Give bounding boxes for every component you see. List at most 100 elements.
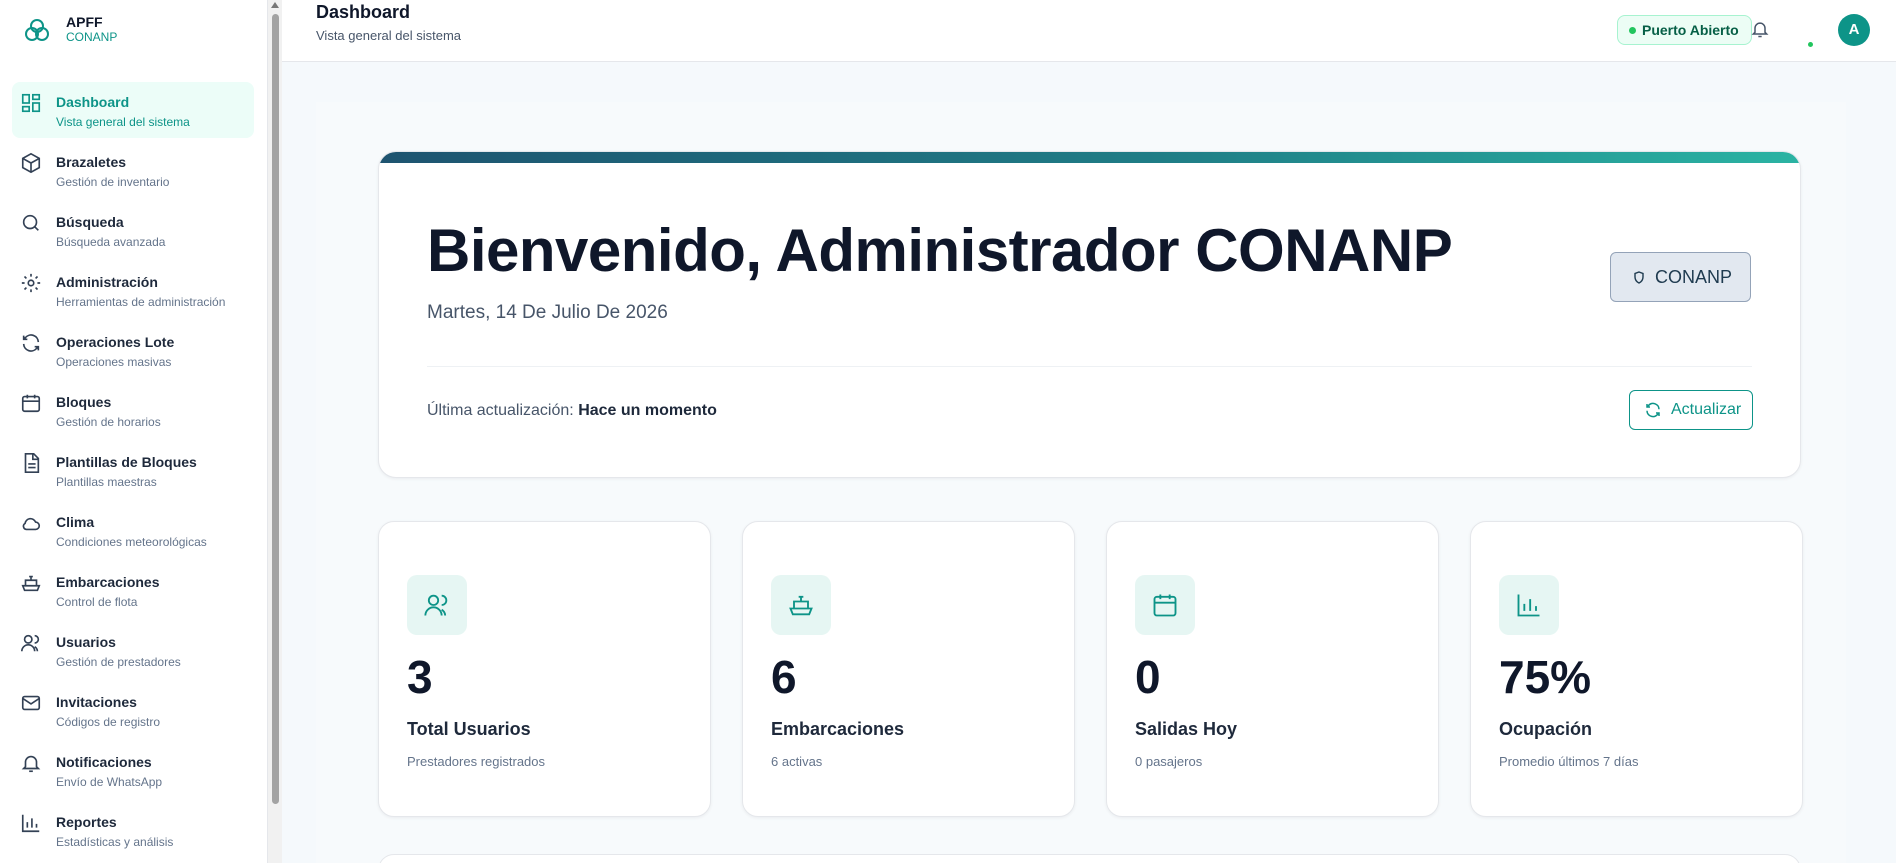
divider [427,366,1752,367]
sidebar-item-sub: Control de flota [56,595,138,609]
sidebar-item-plantillas[interactable]: Plantillas de Bloques Plantillas maestra… [12,442,254,498]
next-section-card [378,854,1801,863]
bell-icon [21,755,41,773]
stat-label: Embarcaciones [771,719,905,739]
sidebar-item-sub: Plantillas maestras [56,475,157,489]
sidebar-item-busqueda[interactable]: Búsqueda Búsqueda avanzada [12,202,254,258]
sidebar-item-sub: Envío de WhatsApp [56,775,163,789]
bar-chart-icon [1517,594,1540,617]
bar-chart-icon [21,814,40,833]
brand-org: CONANP [66,30,118,44]
sidebar-item-label: Administración [56,274,158,290]
sidebar-item-sub: Gestión de inventario [56,175,170,189]
badge-label: CONANP [1655,267,1733,287]
sidebar-item-sub: Condiciones meteorológicas [56,535,207,549]
updated-value: Hace un momento [578,402,717,419]
sidebar-item-label: Bloques [56,394,112,410]
shield-icon [1634,271,1644,284]
stat-sub: Promedio últimos 7 días [1499,754,1639,769]
sidebar-item-label: Brazaletes [56,154,127,170]
stat-icon-box [407,575,467,635]
bell-icon[interactable] [1750,19,1770,39]
sidebar-item-brazaletes[interactable]: Brazaletes Gestión de inventario [12,142,254,198]
stat-icon-box [771,575,831,635]
app-window: APFF CONANP Dashboard Vista general del … [0,0,1896,863]
sidebar-item-invitaciones[interactable]: Invitaciones Códigos de registro [12,682,254,738]
scroll-up-icon[interactable] [271,2,279,8]
refresh-label: Actualizar [1671,401,1742,418]
sidebar-item-label: Embarcaciones [56,574,160,590]
avatar[interactable]: A [1838,14,1870,46]
stat-sub: 0 pasajeros [1135,754,1203,769]
sidebar-item-bloques[interactable]: Bloques Gestión de horarios [12,382,254,438]
sidebar-item-sub: Operaciones masivas [56,355,172,369]
logo-icon [25,18,49,41]
refresh-button[interactable]: Actualizar [1629,390,1753,430]
gear-icon [21,273,41,293]
users-icon [21,634,40,652]
calendar-icon [1153,594,1177,617]
sidebar-item-label: Plantillas de Bloques [56,454,197,470]
stat-label: Salidas Hoy [1135,719,1238,739]
sidebar-item-label: Operaciones Lote [56,334,175,350]
sidebar-item-label: Reportes [56,814,117,830]
ship-icon [789,595,813,616]
sidebar-item-sub: Herramientas de administración [56,295,226,309]
scroll-thumb[interactable] [272,14,279,804]
port-status-badge: Puerto Abierto [1617,15,1752,45]
sidebar-item-sub: Vista general del sistema [56,115,190,129]
sidebar-item-embarcaciones[interactable]: Embarcaciones Control de flota [12,562,254,618]
dashboard-icon [21,93,41,113]
sidebar-item-operaciones-lote[interactable]: Operaciones Lote Operaciones masivas [12,322,254,378]
stat-value: 75% [1499,651,1592,703]
calendar-icon [21,394,41,413]
sidebar-item-label: Usuarios [56,634,116,650]
stat-card-users: 3 Total Usuarios Prestadores registrados [378,521,711,817]
sidebar-item-label: Dashboard [56,94,130,110]
refresh-icon [22,334,40,352]
sidebar-item-label: Búsqueda [56,214,124,230]
sidebar-item-usuarios[interactable]: Usuarios Gestión de prestadores [12,622,254,678]
document-icon [24,453,40,473]
sidebar-item-sub: Gestión de horarios [56,415,161,429]
stat-label: Ocupación [1499,719,1593,739]
sidebar-nav: Dashboard Vista general del sistema Braz… [12,82,254,862]
conanp-badge: CONANP [1610,252,1751,302]
sidebar-scrollbar[interactable] [268,0,282,863]
sidebar-item-notificaciones[interactable]: Notificaciones Envío de WhatsApp [12,742,254,798]
sidebar-item-sub: Búsqueda avanzada [56,235,166,249]
last-updated: Última actualización: Hace un momento [427,402,717,420]
stat-sub: 6 activas [771,754,823,769]
updated-label: Última actualización: [427,402,574,419]
main-content: Bienvenido, Administrador CONANP Martes,… [282,62,1896,863]
stat-sub: Prestadores registrados [407,754,546,769]
sidebar-item-administracion[interactable]: Administración Herramientas de administr… [12,262,254,318]
hero-accent-bar [379,152,1800,163]
stat-value: 3 [407,651,433,703]
sidebar-item-sub: Códigos de registro [56,715,161,729]
page-subtitle: Vista general del sistema [316,28,462,43]
welcome-title: Bienvenido, Administrador CONANP [427,217,1453,284]
sidebar-item-sub: Estadísticas y análisis [56,835,174,849]
status-label: Puerto Abierto [1642,22,1739,38]
sidebar-item-clima[interactable]: Clima Condiciones meteorológicas [12,502,254,558]
package-icon [21,152,41,174]
stat-card-boats: 6 Embarcaciones 6 activas [742,521,1075,817]
current-date: Martes, 14 De Julio De 2026 [427,302,668,323]
sidebar-item-label: Invitaciones [56,694,137,710]
stat-icon-box [1499,575,1559,635]
top-header: Dashboard Vista general del sistema Puer… [282,0,1896,62]
welcome-card: Bienvenido, Administrador CONANP Martes,… [378,151,1801,478]
notification-dot-icon [1808,42,1813,47]
sidebar-item-reportes[interactable]: Reportes Estadísticas y análisis [12,802,254,858]
stat-value: 0 [1135,651,1161,703]
sidebar: APFF CONANP Dashboard Vista general del … [0,0,268,863]
stat-label: Total Usuarios [407,719,531,739]
stat-icon-box [1135,575,1195,635]
sidebar-item-sub: Gestión de prestadores [56,655,181,669]
status-dot-icon [1629,27,1636,34]
cloud-icon [22,517,41,531]
sidebar-item-dashboard[interactable]: Dashboard Vista general del sistema [12,82,254,138]
brand[interactable]: APFF CONANP [22,14,117,45]
stat-card-occupancy: 75% Ocupación Promedio últimos 7 días [1470,521,1803,817]
